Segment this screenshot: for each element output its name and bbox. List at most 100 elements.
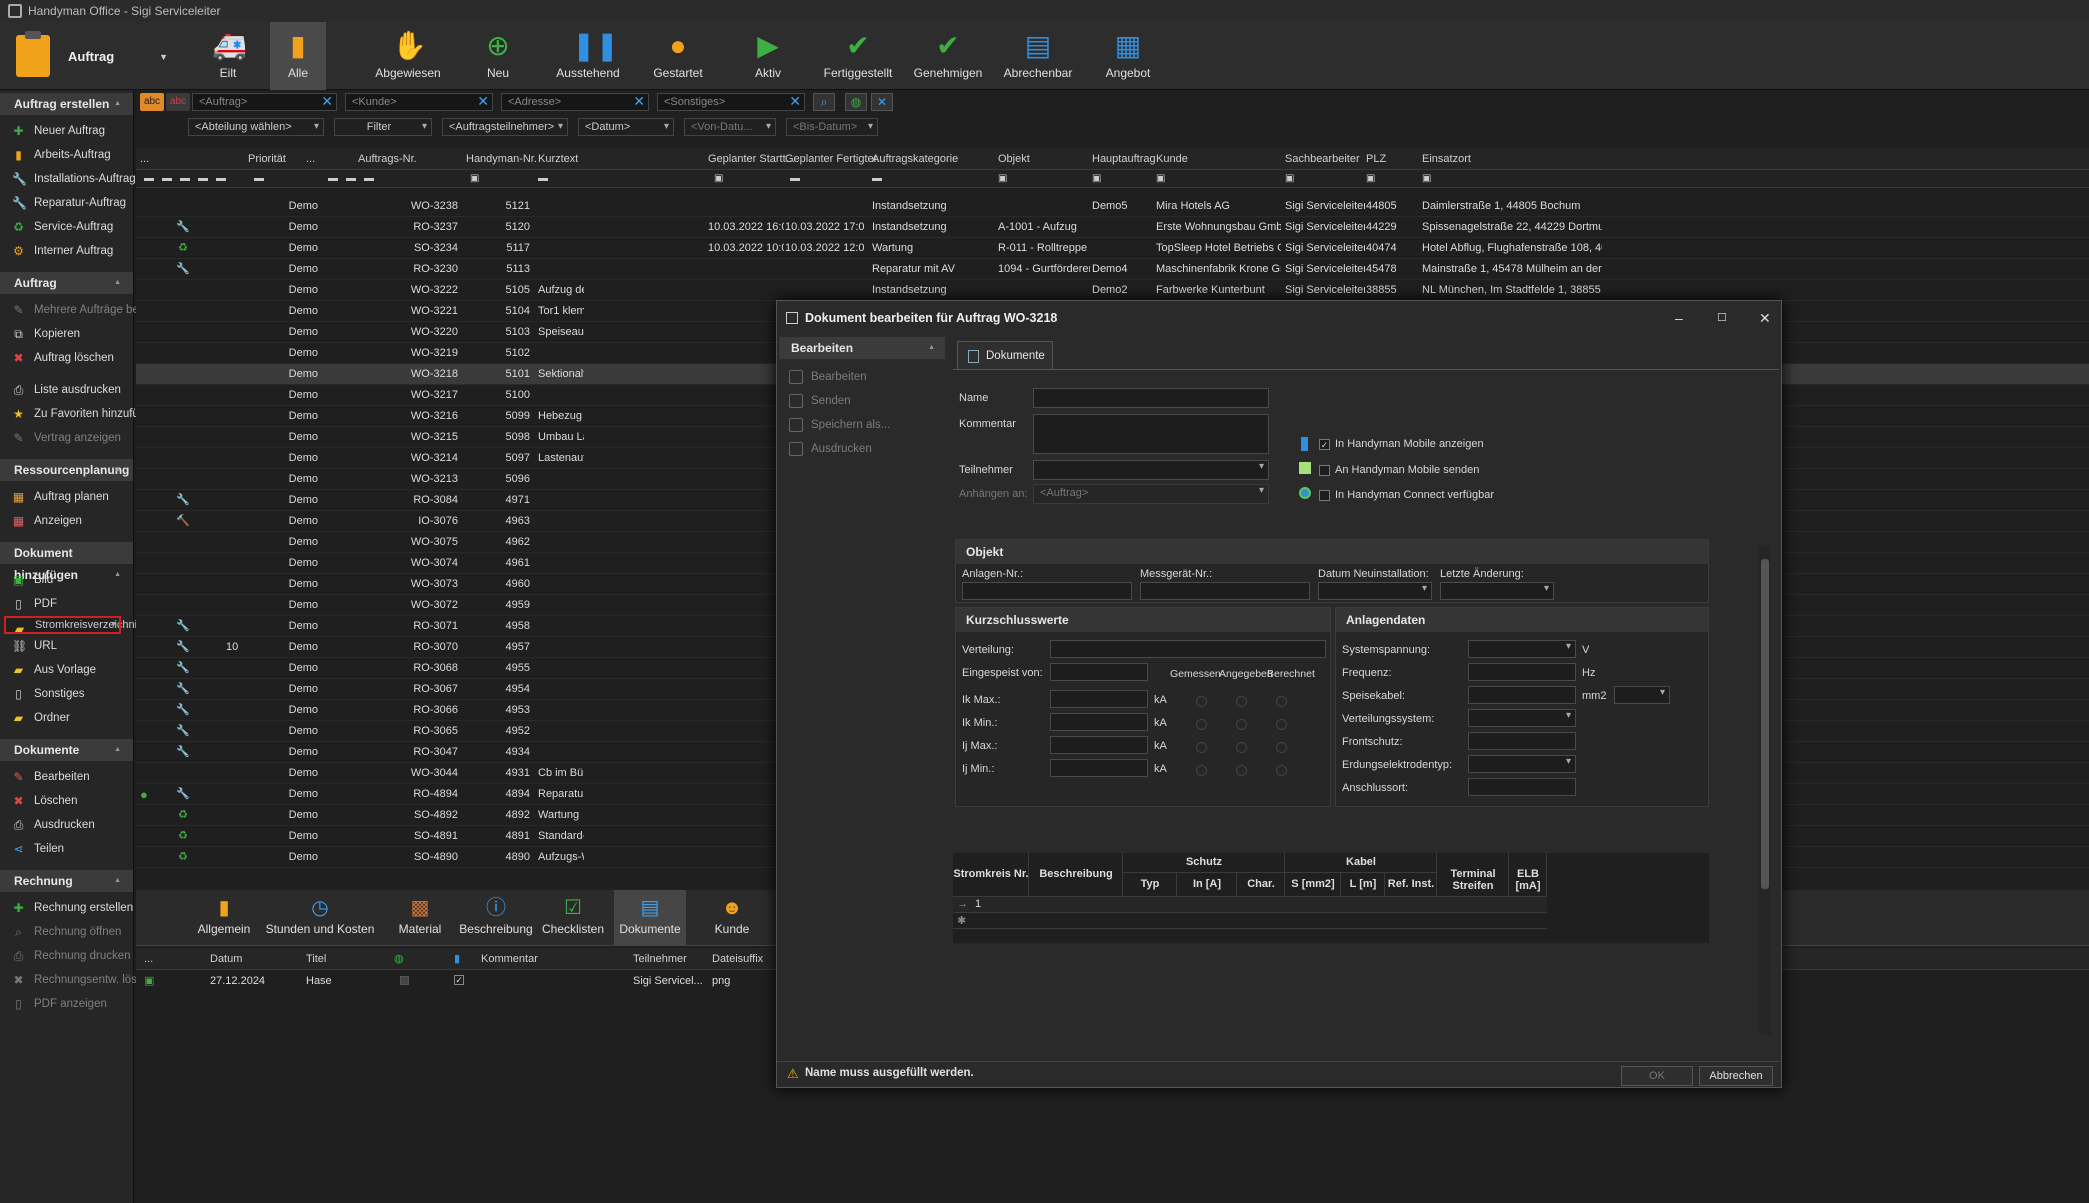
sidebar-item-anzeigen[interactable]: ▦ Anzeigen (0, 509, 133, 533)
sidebar-item-sonstiges[interactable]: ▯ Sonstiges (0, 682, 133, 706)
dialog-side-item-3[interactable]: Ausdrucken (779, 437, 945, 461)
source-radio[interactable] (1236, 765, 1247, 776)
mobile-send-checkbox[interactable] (1319, 465, 1330, 476)
source-radio[interactable] (1276, 696, 1287, 707)
tab-kunde[interactable]: ☻ Kunde (708, 890, 756, 946)
system-voltage-select[interactable] (1468, 640, 1576, 658)
sidebar-item-mehrere-aufträge-bearb-[interactable]: ✎ Mehrere Aufträge bearb... (0, 298, 165, 322)
tab-material[interactable]: ▩ Material (388, 890, 452, 946)
column-filter-icon[interactable]: ▬ (328, 173, 338, 184)
sidebar-item-liste-ausdrucken[interactable]: ⎙ Liste ausdrucken (0, 378, 133, 402)
dialog-side-item-0[interactable]: Bearbeiten (779, 365, 945, 389)
sidebar-item-auftrag-löschen[interactable]: ✖ Auftrag löschen (0, 346, 133, 370)
scrollbar-thumb[interactable] (1761, 559, 1769, 889)
source-radio[interactable] (1196, 696, 1207, 707)
column-header[interactable]: Handyman-Nr. (466, 148, 537, 170)
column-filter-icon[interactable]: ▬ (216, 173, 226, 184)
sidebar-item-service-auftrag[interactable]: ♻ Service-Auftrag (0, 215, 133, 239)
globe-icon[interactable]: ◍ (845, 93, 867, 111)
tab-dokumente[interactable]: Dokumente (957, 341, 1053, 369)
dialog-side-item-2[interactable]: Speichern als... (779, 413, 945, 437)
section-header[interactable]: Dokument hinzufügen (0, 542, 133, 586)
sidebar-item-rechnung-öffnen[interactable]: ⌕ Rechnung öffnen (0, 920, 133, 944)
column-filter-icon[interactable]: ▬ (790, 173, 800, 184)
connect-checkbox[interactable] (1319, 490, 1330, 501)
mobile-checkbox[interactable]: ✓ (454, 975, 464, 985)
abc-search-mode-icon[interactable]: abc (140, 93, 164, 111)
column-header[interactable]: Geplanter Startt... (708, 148, 795, 170)
asset-number-input[interactable] (962, 582, 1132, 600)
ok-button[interactable]: OK (1621, 1066, 1693, 1086)
sidebar-item-bearbeiten[interactable]: ✎ Bearbeiten (0, 765, 133, 789)
column-filter-icon[interactable]: ▣ (1422, 173, 1431, 184)
doc-column-header[interactable]: ... (144, 948, 153, 970)
cancel-button[interactable]: Abbrechen (1699, 1066, 1773, 1086)
column-header[interactable]: Kurztext (538, 148, 578, 170)
toolbar-neu-button[interactable]: ⊕ Neu (458, 22, 538, 90)
column-filter-icon[interactable]: ▬ (872, 173, 882, 184)
sidebar-item-löschen[interactable]: ✖ Löschen (0, 789, 133, 813)
table-row[interactable]: → 1 (953, 897, 1547, 913)
sidebar-item-kopieren[interactable]: ⧉ Kopieren (0, 322, 133, 346)
column-filter-icon[interactable]: ▣ (1366, 173, 1375, 184)
sidebar-item-arbeits-auftrag[interactable]: ▮ Arbeits-Auftrag (0, 143, 133, 167)
column-filter-icon[interactable]: ▬ (180, 173, 190, 184)
tab-checklisten[interactable]: ☑ Checklisten (541, 890, 605, 946)
feed-cable-input[interactable] (1468, 686, 1576, 704)
to-date-select[interactable]: <Bis-Datum> (786, 118, 878, 136)
attach-select[interactable]: <Auftrag> (1033, 484, 1269, 504)
column-header[interactable]: Objekt (998, 148, 1030, 170)
connection-place-input[interactable] (1468, 778, 1576, 796)
column-filter-icon[interactable]: ▬ (254, 173, 264, 184)
source-radio[interactable] (1236, 719, 1247, 730)
column-filter-icon[interactable]: ▣ (1092, 173, 1101, 184)
tab-stunden-und-kosten[interactable]: ◷ Stunden und Kosten (252, 890, 388, 946)
column-header[interactable]: Auftrags-Nr. (358, 148, 417, 170)
table-row[interactable]: Demo WO-3222 5105 Aufzug defekt Instandsetzu… (136, 280, 2089, 301)
source-radio[interactable] (1236, 696, 1247, 707)
sidebar-item-interner-auftrag[interactable]: ⚙ Interner Auftrag (0, 239, 133, 263)
toolbar-eilt-button[interactable]: 🚑 Eilt (188, 22, 268, 90)
sidebar-item-auftrag-planen[interactable]: ▦ Auftrag planen (0, 485, 133, 509)
toolbar-angebot-button[interactable]: ▦ Angebot (1088, 22, 1168, 90)
source-radio[interactable] (1276, 765, 1287, 776)
column-filter-icon[interactable]: ▬ (198, 173, 208, 184)
fed-from-input[interactable] (1050, 663, 1148, 681)
table-row[interactable]: Demo WO-3238 5121 Instandsetzung Demo5 Mira H… (136, 196, 2089, 217)
mobile-show-checkbox[interactable]: ✓ (1319, 439, 1330, 450)
doc-column-header[interactable]: Teilnehmer (633, 948, 687, 970)
doc-column-header[interactable]: Datum (210, 948, 242, 970)
column-filter-icon[interactable]: ▬ (538, 173, 548, 184)
sidebar-item-teilen[interactable]: ⋖ Teilen (0, 837, 133, 861)
clear-icon[interactable]: ✕ (633, 93, 645, 109)
toolbar-ausstehend-button[interactable]: ❚❚ Ausstehend (548, 22, 628, 90)
table-row[interactable]: ♻ Demo SO-3234 5117 10.03.2022 10:0010.03.20… (136, 238, 2089, 259)
source-radio[interactable] (1276, 719, 1287, 730)
column-filter-icon[interactable]: ▬ (162, 173, 172, 184)
cable-unit-select[interactable] (1614, 686, 1670, 704)
module-selector[interactable]: Auftrag ▼ (4, 26, 176, 86)
distribution-input[interactable] (1050, 640, 1326, 658)
column-header[interactable]: Einsatzort (1422, 148, 1471, 170)
dialog-side-item-1[interactable]: Senden (779, 389, 945, 413)
sidebar-item-installations-auftrag[interactable]: 🔧 Installations-Auftrag (0, 167, 136, 191)
column-header[interactable]: PLZ (1366, 148, 1386, 170)
filter-select[interactable]: Filter (334, 118, 432, 136)
column-header[interactable]: Auftragskategorie (872, 148, 958, 170)
sidebar-item-ausdrucken[interactable]: ⎙ Ausdrucken (0, 813, 133, 837)
meter-number-input[interactable] (1140, 582, 1310, 600)
participant-select[interactable] (1033, 460, 1269, 480)
toolbar-genehmigen-button[interactable]: ✔ Genehmigen (908, 22, 988, 90)
sidebar-item-aus-vorlage[interactable]: ▰ Aus Vorlage (0, 658, 133, 682)
column-header[interactable]: Priorität (248, 148, 286, 170)
address-filter-input[interactable]: <Adresse> ✕ (501, 93, 649, 111)
column-filter-icon[interactable]: ▣ (998, 173, 1007, 184)
section-header[interactable]: Ressourcenplanung (0, 459, 133, 481)
toolbar-aktiv-button[interactable]: ▶ Aktiv (728, 22, 808, 90)
column-filter-icon[interactable]: ▣ (1156, 173, 1165, 184)
name-input[interactable] (1033, 388, 1269, 408)
participant-select[interactable]: <Auftragsteilnehmer> (442, 118, 568, 136)
sidebar-item-rechnung-drucken[interactable]: ⎙ Rechnung drucken (0, 944, 133, 968)
circuit-number-cell[interactable]: 1 (975, 898, 981, 910)
sidebar-item-reparatur-auftrag[interactable]: 🔧 Reparatur-Auftrag (0, 191, 133, 215)
